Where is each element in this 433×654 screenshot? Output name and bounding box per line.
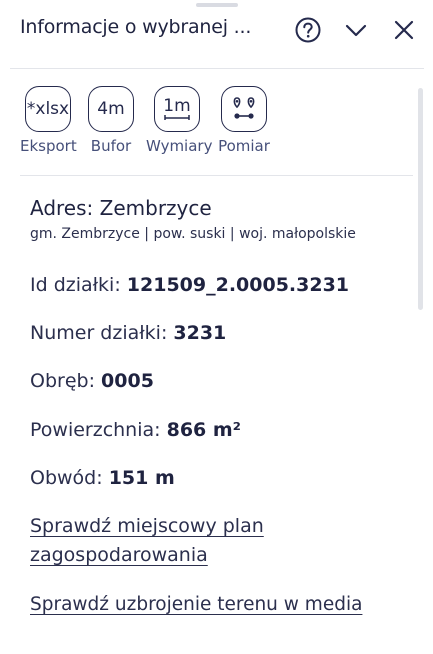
export-label: Eksport <box>20 137 77 155</box>
address-title: Adres: Zembrzyce <box>30 196 212 220</box>
parcel-number-row: Numer działki: 3231 <box>30 322 226 344</box>
collapse-button[interactable] <box>340 14 372 46</box>
dimensions-label: Wymiary <box>146 137 213 155</box>
chevron-down-icon <box>345 24 367 37</box>
utilities-link[interactable]: Sprawdź uzbrojenie terenu w media <box>30 590 362 619</box>
address-subtitle: gm. Zembrzyce | pow. suski | woj. małopo… <box>30 226 356 242</box>
panel-title: Informacje o wybranej ... <box>20 16 252 38</box>
measure-button[interactable]: Pomiar <box>216 86 272 155</box>
local-plan-link[interactable]: Sprawdź miejscowy plan zagospodarowania <box>30 512 264 570</box>
scrollbar-thumb[interactable] <box>418 88 423 310</box>
help-button[interactable] <box>292 14 324 46</box>
local-plan-link-line2[interactable]: zagospodarowania <box>30 544 208 566</box>
precinct-label: Obręb: <box>30 370 102 392</box>
toolbar: *xlsx Eksport 4m Bufor 1m Wymiary Pomiar <box>0 86 420 158</box>
area-label: Powierzchnia: <box>30 419 167 441</box>
perimeter-label: Obwód: <box>30 467 109 489</box>
export-xlsx-button[interactable]: *xlsx Eksport <box>20 86 77 155</box>
measure-label: Pomiar <box>218 137 270 155</box>
parcel-id-label: Id działki: <box>30 274 127 296</box>
xlsx-icon: *xlsx <box>25 86 71 132</box>
buffer-label: Bufor <box>90 137 132 155</box>
route-pins-icon <box>233 97 255 119</box>
utilities-link-text[interactable]: Sprawdź uzbrojenie terenu w media <box>30 594 362 615</box>
dimensions-icon: 1m <box>154 86 200 132</box>
measure-icon-box <box>221 86 267 132</box>
toolbar-divider <box>20 175 413 176</box>
ruler-line-icon <box>164 115 190 120</box>
local-plan-link-line1[interactable]: Sprawdź miejscowy plan <box>30 515 264 537</box>
perimeter-row: Obwód: 151 m <box>30 467 175 489</box>
area-value: 866 m² <box>166 419 241 441</box>
close-button[interactable] <box>388 14 420 46</box>
close-icon <box>394 20 414 40</box>
parcel-id-value: 121509_2.0005.3231 <box>126 274 350 296</box>
scrollbar[interactable] <box>418 88 423 618</box>
precinct-value: 0005 <box>101 370 154 392</box>
buffer-button[interactable]: 4m Bufor <box>87 86 135 155</box>
area-row: Powierzchnia: 866 m² <box>30 419 241 441</box>
perimeter-value: 151 m <box>108 467 175 489</box>
precinct-row: Obręb: 0005 <box>30 370 154 392</box>
address-section: Adres: Zembrzyce gm. Zembrzyce | pow. su… <box>30 196 400 242</box>
dimensions-button[interactable]: 1m Wymiary <box>146 86 213 155</box>
panel-header: Informacje o wybranej ... <box>0 0 433 68</box>
buffer-icon: 4m <box>88 86 134 132</box>
parcel-number-value: 3231 <box>173 322 227 344</box>
header-divider <box>10 68 424 69</box>
parcel-number-label: Numer działki: <box>30 322 174 344</box>
parcel-id-row: Id działki: 121509_2.0005.3231 <box>30 274 349 296</box>
help-circle-icon <box>295 17 321 43</box>
